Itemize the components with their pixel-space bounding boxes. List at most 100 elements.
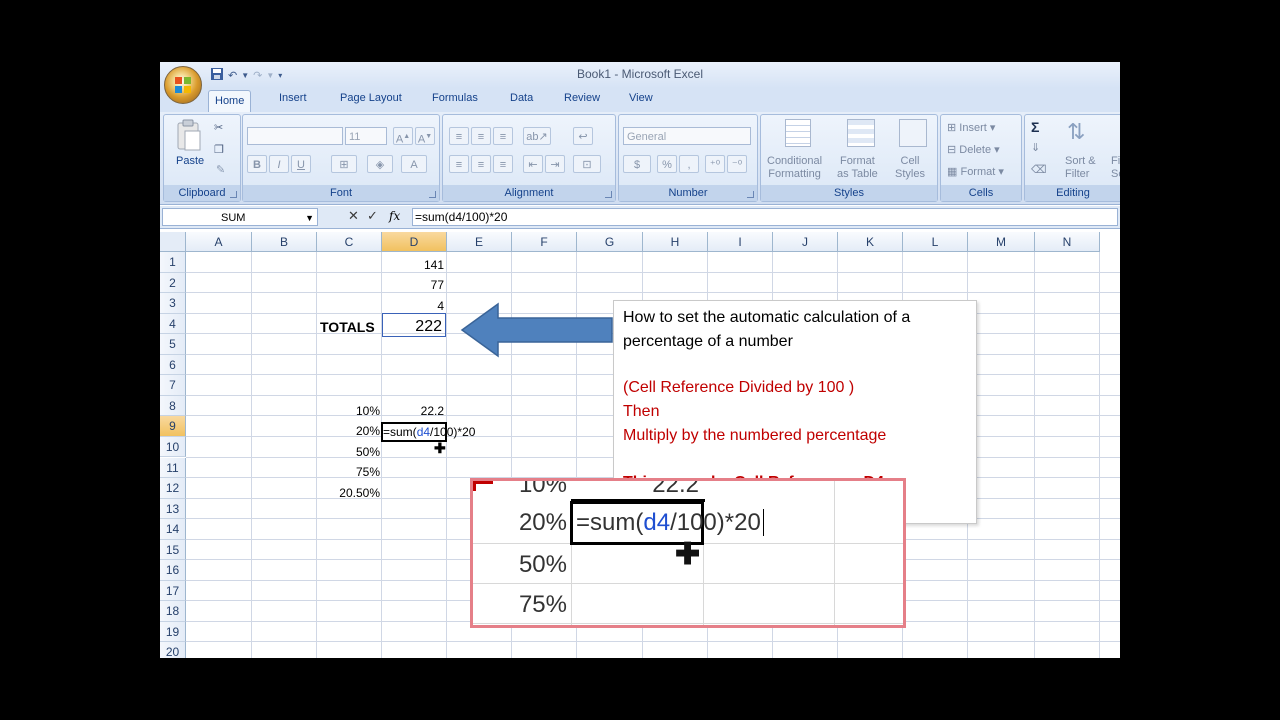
alignment-launcher-icon[interactable] [605, 191, 612, 198]
increase-decimal-icon[interactable]: ⁺⁰ [705, 155, 725, 173]
tab-data[interactable]: Data [510, 92, 533, 104]
row-header-2[interactable]: 2 [160, 272, 186, 294]
column-header-a[interactable]: A [186, 232, 252, 252]
column-header-e[interactable]: E [447, 232, 512, 252]
format-as-table-icon[interactable] [847, 119, 875, 147]
column-header-f[interactable]: F [512, 232, 577, 252]
row-header-16[interactable]: 16 [160, 560, 186, 581]
name-box-dropdown-icon[interactable]: ▼ [305, 209, 314, 227]
row-header-6[interactable]: 6 [160, 354, 186, 376]
font-size-box[interactable]: 11 [345, 127, 387, 145]
insert-cells-button[interactable]: ⊞ Insert ▾ [947, 121, 995, 134]
column-header-d[interactable]: D [382, 232, 447, 252]
clear-icon[interactable]: ⌫ [1031, 163, 1047, 176]
row-header-13[interactable]: 13 [160, 498, 186, 520]
paste-button[interactable]: Paste [176, 155, 204, 167]
clipboard-launcher-icon[interactable] [230, 191, 237, 198]
cell-styles-icon[interactable] [899, 119, 927, 147]
merge-center-icon[interactable]: ⊡ [573, 155, 601, 173]
fill-icon[interactable]: ⇓ [1031, 141, 1040, 154]
align-bottom-icon[interactable]: ≡ [493, 127, 513, 145]
office-button[interactable] [164, 66, 202, 104]
row-header-8[interactable]: 8 [160, 395, 186, 417]
increase-indent-icon[interactable]: ⇥ [545, 155, 565, 173]
conditional-formatting-button[interactable]: Conditional Formatting [767, 155, 822, 181]
borders-icon[interactable]: ⊞ [331, 155, 357, 173]
grow-font-icon[interactable]: A▲ [393, 127, 413, 146]
column-header-c[interactable]: C [317, 232, 382, 252]
format-cells-button[interactable]: ▦ Format ▾ [947, 165, 1004, 178]
align-center-icon[interactable]: ≡ [471, 155, 491, 173]
customize-qat-icon[interactable]: ▾ [278, 71, 282, 80]
font-color-icon[interactable]: A [401, 155, 427, 173]
number-format-box[interactable]: General [623, 127, 751, 145]
column-header-h[interactable]: H [643, 232, 708, 252]
paste-icon[interactable] [176, 119, 202, 153]
fill-color-icon[interactable]: ◈ [367, 155, 393, 173]
decrease-indent-icon[interactable]: ⇤ [523, 155, 543, 173]
formula-input[interactable]: =sum(d4/100)*20 [412, 208, 1118, 226]
bold-button[interactable]: B [247, 155, 267, 173]
align-left-icon[interactable]: ≡ [449, 155, 469, 173]
cancel-icon[interactable]: ✕ [348, 208, 359, 224]
find-select-button[interactable]: FiSe [1111, 155, 1120, 181]
row-header-12[interactable]: 12 [160, 478, 186, 499]
shrink-font-icon[interactable]: A▼ [415, 127, 435, 146]
row-header-5[interactable]: 5 [160, 334, 186, 355]
copy-icon[interactable]: ❐ [214, 143, 224, 156]
align-middle-icon[interactable]: ≡ [471, 127, 491, 145]
row-header-18[interactable]: 18 [160, 601, 186, 622]
number-launcher-icon[interactable] [747, 191, 754, 198]
row-header-19[interactable]: 19 [160, 621, 186, 643]
column-header-g[interactable]: G [577, 232, 643, 252]
row-header-7[interactable]: 7 [160, 375, 186, 396]
tab-formulas[interactable]: Formulas [432, 92, 478, 104]
tab-insert[interactable]: Insert [279, 92, 307, 104]
tab-home[interactable]: Home [208, 90, 252, 113]
currency-icon[interactable]: $ [623, 155, 651, 173]
orientation-icon[interactable]: ab↗ [523, 127, 551, 145]
row-header-3[interactable]: 3 [160, 293, 186, 314]
redo-icon[interactable]: ↷ [253, 69, 262, 82]
column-header-j[interactable]: J [773, 232, 838, 252]
row-header-15[interactable]: 15 [160, 539, 186, 561]
name-box[interactable]: SUM ▼ [162, 208, 318, 226]
save-icon[interactable] [210, 67, 224, 84]
tab-review[interactable]: Review [564, 92, 600, 104]
decrease-decimal-icon[interactable]: ⁻⁰ [727, 155, 747, 173]
column-header-b[interactable]: B [252, 232, 317, 252]
font-name-box[interactable] [247, 127, 343, 145]
redo-dropdown-icon[interactable]: ▼ [266, 71, 274, 80]
italic-button[interactable]: I [269, 155, 289, 173]
row-header-17[interactable]: 17 [160, 580, 186, 602]
row-header-4[interactable]: 4 [160, 313, 186, 335]
column-header-k[interactable]: K [838, 232, 903, 252]
sort-filter-button[interactable]: Sort & Filter [1065, 155, 1096, 181]
row-header-14[interactable]: 14 [160, 519, 186, 540]
tab-page-layout[interactable]: Page Layout [340, 92, 402, 104]
sort-filter-icon[interactable]: ⇅ [1067, 119, 1085, 145]
font-launcher-icon[interactable] [429, 191, 436, 198]
cell-styles-button[interactable]: Cell Styles [895, 155, 925, 181]
row-header-20[interactable]: 20 [160, 642, 186, 658]
comma-button[interactable]: , [679, 155, 699, 173]
column-header-i[interactable]: I [708, 232, 773, 252]
cell-d9-editor[interactable]: =sum(d4/100)*20 [381, 422, 475, 442]
align-top-icon[interactable]: ≡ [449, 127, 469, 145]
delete-cells-button[interactable]: ⊟ Delete ▾ [947, 143, 1000, 156]
select-all-corner[interactable] [160, 232, 186, 252]
column-header-n[interactable]: N [1035, 232, 1100, 252]
undo-icon[interactable]: ↶ [228, 69, 237, 82]
autosum-icon[interactable]: Σ [1031, 119, 1039, 135]
align-right-icon[interactable]: ≡ [493, 155, 513, 173]
row-header-10[interactable]: 10 [160, 436, 186, 458]
format-as-table-button[interactable]: Format as Table [837, 155, 878, 181]
insert-function-button[interactable]: fx [389, 209, 400, 223]
format-painter-icon[interactable]: ✎ [216, 163, 225, 176]
enter-icon[interactable]: ✓ [367, 208, 378, 224]
column-header-m[interactable]: M [968, 232, 1035, 252]
undo-dropdown-icon[interactable]: ▼ [241, 71, 249, 80]
row-header-11[interactable]: 11 [160, 457, 186, 479]
conditional-formatting-icon[interactable] [785, 119, 811, 147]
row-header-9[interactable]: 9 [160, 416, 186, 437]
